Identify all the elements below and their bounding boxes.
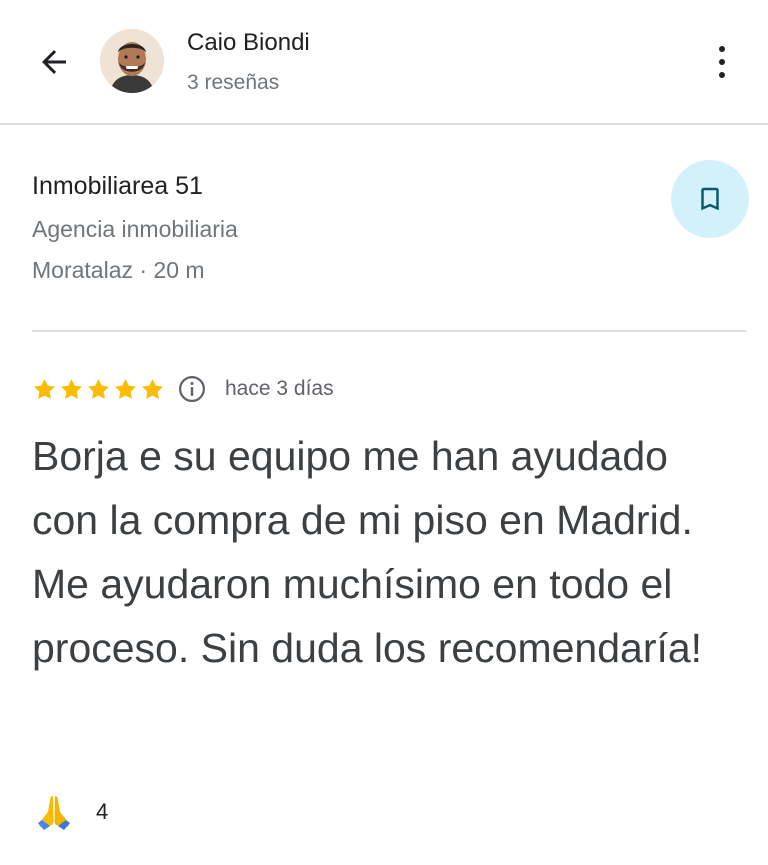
place-name[interactable]: Inmobiliarea 51 [32,172,203,201]
star-rating [32,377,165,402]
reviewer-review-count: 3 reseñas [187,71,280,94]
star-icon [88,378,109,399]
reaction-button[interactable]: 4 [34,790,108,834]
bookmark-icon [701,187,719,211]
app-header: Caio Biondi 3 reseñas [0,0,768,124]
folded-hands-icon [38,796,70,830]
more-vertical-icon [719,46,725,52]
back-button[interactable] [30,40,78,84]
section-divider [32,330,746,332]
more-options-button[interactable] [700,38,744,86]
review-date: hace 3 días [225,377,334,400]
star-icon [34,378,55,399]
reaction-count: 4 [96,799,109,824]
review-meta: hace 3 días [32,372,334,406]
arrow-left-icon [42,50,66,74]
info-icon [179,376,205,402]
reviewer-name[interactable]: Caio Biondi [187,29,310,57]
save-button[interactable] [671,160,749,238]
place-location: Moratalaz · 20 m [32,257,205,283]
star-icon [142,378,163,399]
star-icon [115,378,136,399]
star-icon [61,378,82,399]
review-text: Borja e su equipo me han ayudado con la … [32,433,703,671]
info-button[interactable] [177,374,207,404]
more-vertical-icon-dot [719,59,725,65]
more-vertical-icon-dot [719,72,725,78]
avatar-photo [100,29,164,93]
avatar[interactable] [100,29,164,93]
place-category: Agencia inmobiliaria [32,216,238,242]
header-divider [0,123,768,125]
